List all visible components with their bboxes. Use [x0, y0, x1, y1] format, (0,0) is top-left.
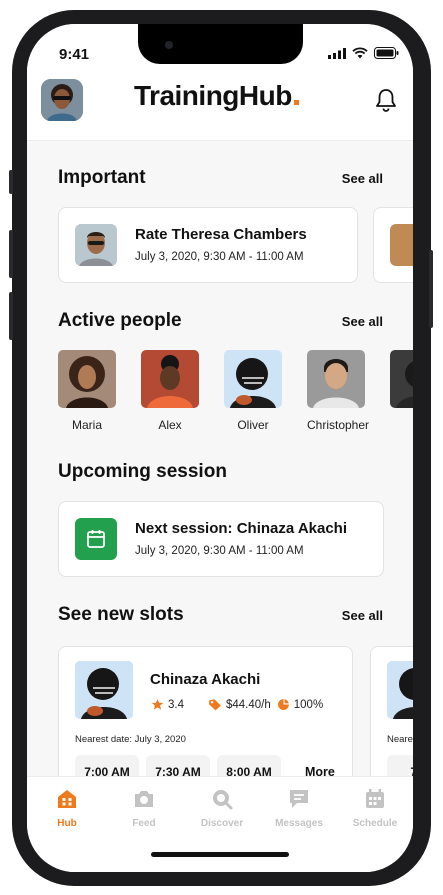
peek-photo — [390, 224, 413, 266]
peek-nearest-date: Neare — [387, 734, 413, 745]
person-name: Oliver — [237, 418, 269, 432]
active-people-title: Active people — [58, 310, 182, 331]
power-button — [429, 250, 433, 328]
person-photo — [307, 350, 365, 408]
important-see-all-link[interactable]: See all — [342, 171, 383, 186]
person-oliver[interactable]: Oliver — [224, 350, 282, 432]
calendar-icon — [87, 530, 105, 548]
tab-messages[interactable]: Messages — [269, 787, 329, 829]
mute-switch — [9, 170, 13, 194]
volume-up-button — [9, 230, 13, 278]
wifi-icon — [352, 47, 368, 59]
calendar-icon-box — [75, 518, 117, 560]
tab-bar: Hub Feed Discover Messages Schedule — [27, 776, 413, 872]
app-header: TrainingHub — [27, 76, 413, 141]
nearest-date: Nearest date: July 3, 2020 — [75, 734, 186, 745]
app-screen: 9:41 TrainingHub Important See all Rate … — [27, 24, 413, 872]
important-title: Important — [58, 167, 146, 188]
active-people-see-all-link[interactable]: See all — [342, 314, 383, 329]
star-icon — [151, 699, 164, 710]
important-card-subtitle: July 3, 2020, 9:30 AM - 11:00 AM — [135, 251, 304, 263]
percent-value: 100% — [293, 698, 324, 711]
camera-icon — [135, 791, 153, 807]
peek-trainer-photo — [387, 661, 413, 719]
tab-label: Feed — [132, 818, 156, 829]
people-row: Maria Alex Oliver Christopher — [58, 350, 413, 432]
person-name: Christopher — [307, 418, 370, 432]
upcoming-card[interactable]: Next session: Chinaza Akachi July 3, 202… — [58, 501, 384, 577]
person-name: D — [390, 418, 413, 432]
rating-value: 3.4 — [168, 698, 184, 711]
important-card-peek[interactable] — [373, 207, 413, 283]
theresa-photo — [75, 224, 117, 266]
person-alex[interactable]: Alex — [141, 350, 199, 432]
person-christopher[interactable]: Christopher — [307, 350, 370, 432]
person-photo — [390, 350, 413, 408]
home-indicator — [151, 852, 289, 857]
upcoming-card-subtitle: July 3, 2020, 9:30 AM - 11:00 AM — [135, 545, 304, 557]
slots-title: See new slots — [58, 604, 184, 625]
bell-icon[interactable] — [375, 88, 397, 112]
system-icons — [328, 47, 399, 59]
status-time: 9:41 — [59, 46, 90, 63]
front-camera — [165, 41, 173, 49]
volume-down-button — [9, 292, 13, 340]
tab-label: Messages — [275, 818, 323, 829]
tab-discover[interactable]: Discover — [192, 787, 252, 829]
signal-icon — [328, 48, 346, 59]
pie-icon — [277, 699, 289, 710]
discover-icon — [213, 790, 233, 810]
trainer-name: Chinaza Akachi — [150, 671, 261, 688]
important-card[interactable]: Rate Theresa Chambers July 3, 2020, 9:30… — [58, 207, 358, 283]
tab-label: Discover — [200, 818, 244, 829]
app-logo-text: TrainingHub — [134, 80, 292, 111]
status-bar: 9:41 — [27, 24, 413, 76]
person-maria[interactable]: Maria — [58, 350, 116, 432]
price-tag-icon — [209, 699, 221, 711]
tab-label: Schedule — [352, 818, 398, 829]
messages-icon — [290, 790, 308, 808]
person-d[interactable]: D — [390, 350, 413, 432]
upcoming-card-title: Next session: Chinaza Akachi — [135, 520, 348, 537]
hub-icon — [58, 790, 76, 808]
trainer-meta: 3.4 $44.40/h 100% — [151, 698, 323, 711]
slots-see-all-link[interactable]: See all — [342, 608, 383, 623]
logo-accent-dot — [293, 100, 299, 105]
app-logo: TrainingHub — [134, 80, 299, 112]
tab-hub[interactable]: Hub — [37, 787, 97, 829]
tab-label: Hub — [57, 818, 77, 829]
person-name: Maria — [71, 418, 102, 432]
person-name: Alex — [158, 418, 182, 432]
upcoming-title: Upcoming session — [58, 461, 227, 482]
battery-icon — [374, 47, 399, 59]
person-photo — [58, 350, 116, 408]
person-photo — [224, 350, 282, 408]
price-value: $44.40/h — [226, 698, 271, 711]
user-avatar[interactable] — [41, 79, 83, 121]
tab-feed[interactable]: Feed — [114, 787, 174, 829]
calendar-icon — [366, 789, 384, 808]
important-card-title: Rate Theresa Chambers — [135, 226, 307, 243]
tab-schedule[interactable]: Schedule — [345, 787, 405, 829]
trainer-photo — [75, 661, 133, 719]
notch — [138, 24, 303, 64]
person-photo — [141, 350, 199, 408]
